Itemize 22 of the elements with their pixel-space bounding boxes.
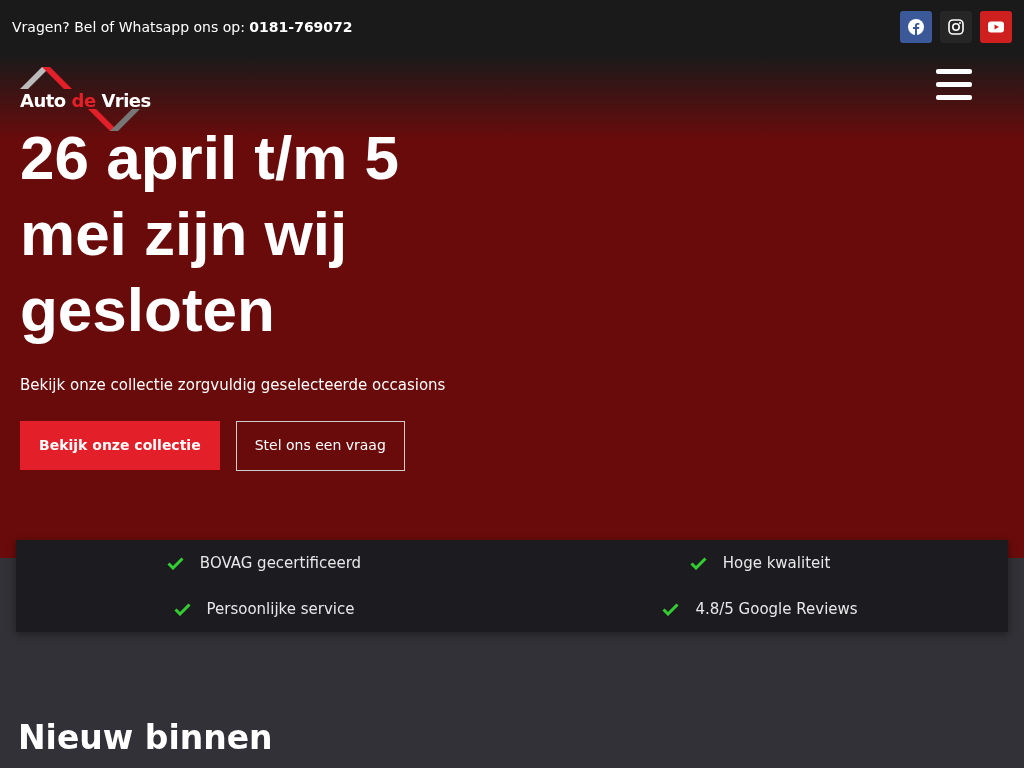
menu-icon[interactable] bbox=[936, 69, 972, 101]
check-icon bbox=[662, 602, 680, 616]
feature-text: BOVAG gecertificeerd bbox=[199, 552, 362, 574]
youtube-button[interactable] bbox=[980, 11, 1012, 43]
check-icon bbox=[689, 556, 707, 570]
facebook-button[interactable] bbox=[900, 11, 932, 43]
check-icon bbox=[166, 556, 184, 570]
check-icon bbox=[173, 602, 191, 616]
instagram-button[interactable] bbox=[940, 11, 972, 43]
feature-text: Hoge kwaliteit bbox=[722, 552, 831, 574]
contact-text: Vragen? Bel of Whatsapp ons op: 0181-769072 bbox=[12, 18, 353, 37]
feature-text: 4.8/5 Google Reviews bbox=[695, 598, 858, 620]
hero-subtitle: Bekijk onze collectie zorgvuldig geselecteerde occasions bbox=[20, 375, 447, 396]
logo-text[interactable]: Auto de Vries bbox=[20, 87, 151, 114]
hero-title: 26 april t/m 5 mei zijn wij gesloten bbox=[20, 122, 401, 346]
collection-button[interactable]: Bekijk onze collectie bbox=[20, 420, 220, 470]
youtube-icon bbox=[988, 19, 1004, 35]
section-title: Nieuw binnen bbox=[18, 718, 274, 758]
facebook-icon bbox=[908, 19, 924, 35]
question-button[interactable]: Stel ons een vraag bbox=[235, 420, 405, 471]
instagram-icon bbox=[948, 19, 964, 35]
feature-text: Persoonlijke service bbox=[206, 598, 355, 620]
